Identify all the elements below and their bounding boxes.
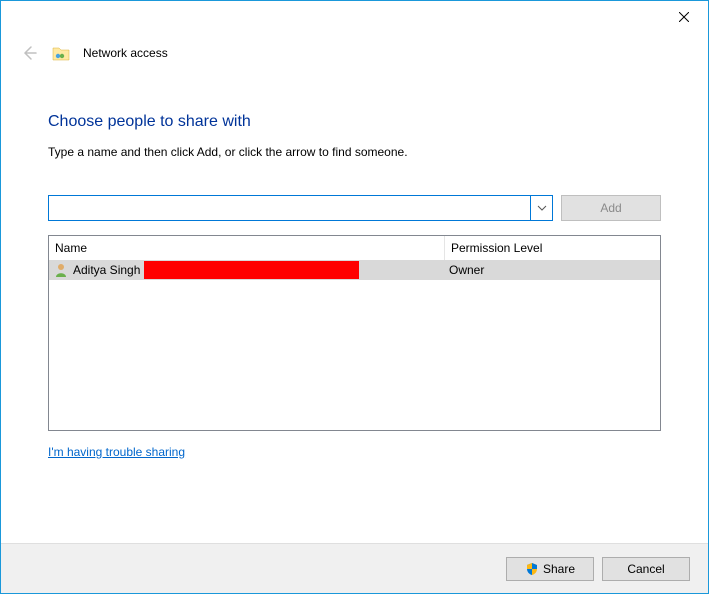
dialog-header: Network access <box>1 33 708 67</box>
add-button: Add <box>561 195 661 221</box>
user-name: Aditya Singh <box>73 263 140 277</box>
user-listview[interactable]: Name Permission Level Aditya Singh Owner <box>48 235 661 431</box>
dialog-footer: Share Cancel <box>1 543 708 593</box>
titlebar <box>1 1 708 33</box>
listview-header: Name Permission Level <box>49 236 660 260</box>
dialog-title: Network access <box>83 46 168 60</box>
share-button[interactable]: Share <box>506 557 594 581</box>
share-button-label: Share <box>543 562 575 576</box>
page-heading: Choose people to share with <box>48 113 661 131</box>
redacted-block <box>144 261 359 279</box>
list-item[interactable]: Aditya Singh Owner <box>49 260 660 280</box>
chevron-down-icon[interactable] <box>530 196 552 220</box>
network-access-dialog: Network access Choose people to share wi… <box>0 0 709 594</box>
user-permission: Owner <box>445 260 660 280</box>
trouble-sharing-link[interactable]: I'm having trouble sharing <box>48 445 661 459</box>
name-combobox[interactable] <box>48 195 553 221</box>
name-input[interactable] <box>49 196 530 220</box>
network-folder-icon <box>51 43 71 63</box>
column-header-name[interactable]: Name <box>49 236 445 260</box>
close-icon[interactable] <box>674 7 694 27</box>
back-arrow-icon <box>19 43 39 63</box>
cancel-button[interactable]: Cancel <box>602 557 690 581</box>
page-subtext: Type a name and then click Add, or click… <box>48 145 661 159</box>
add-user-row: Add <box>48 195 661 221</box>
user-icon <box>53 262 69 278</box>
cancel-button-label: Cancel <box>627 562 664 576</box>
dialog-content: Choose people to share with Type a name … <box>1 67 708 543</box>
shield-icon <box>525 562 539 576</box>
column-header-permission[interactable]: Permission Level <box>445 236 660 260</box>
